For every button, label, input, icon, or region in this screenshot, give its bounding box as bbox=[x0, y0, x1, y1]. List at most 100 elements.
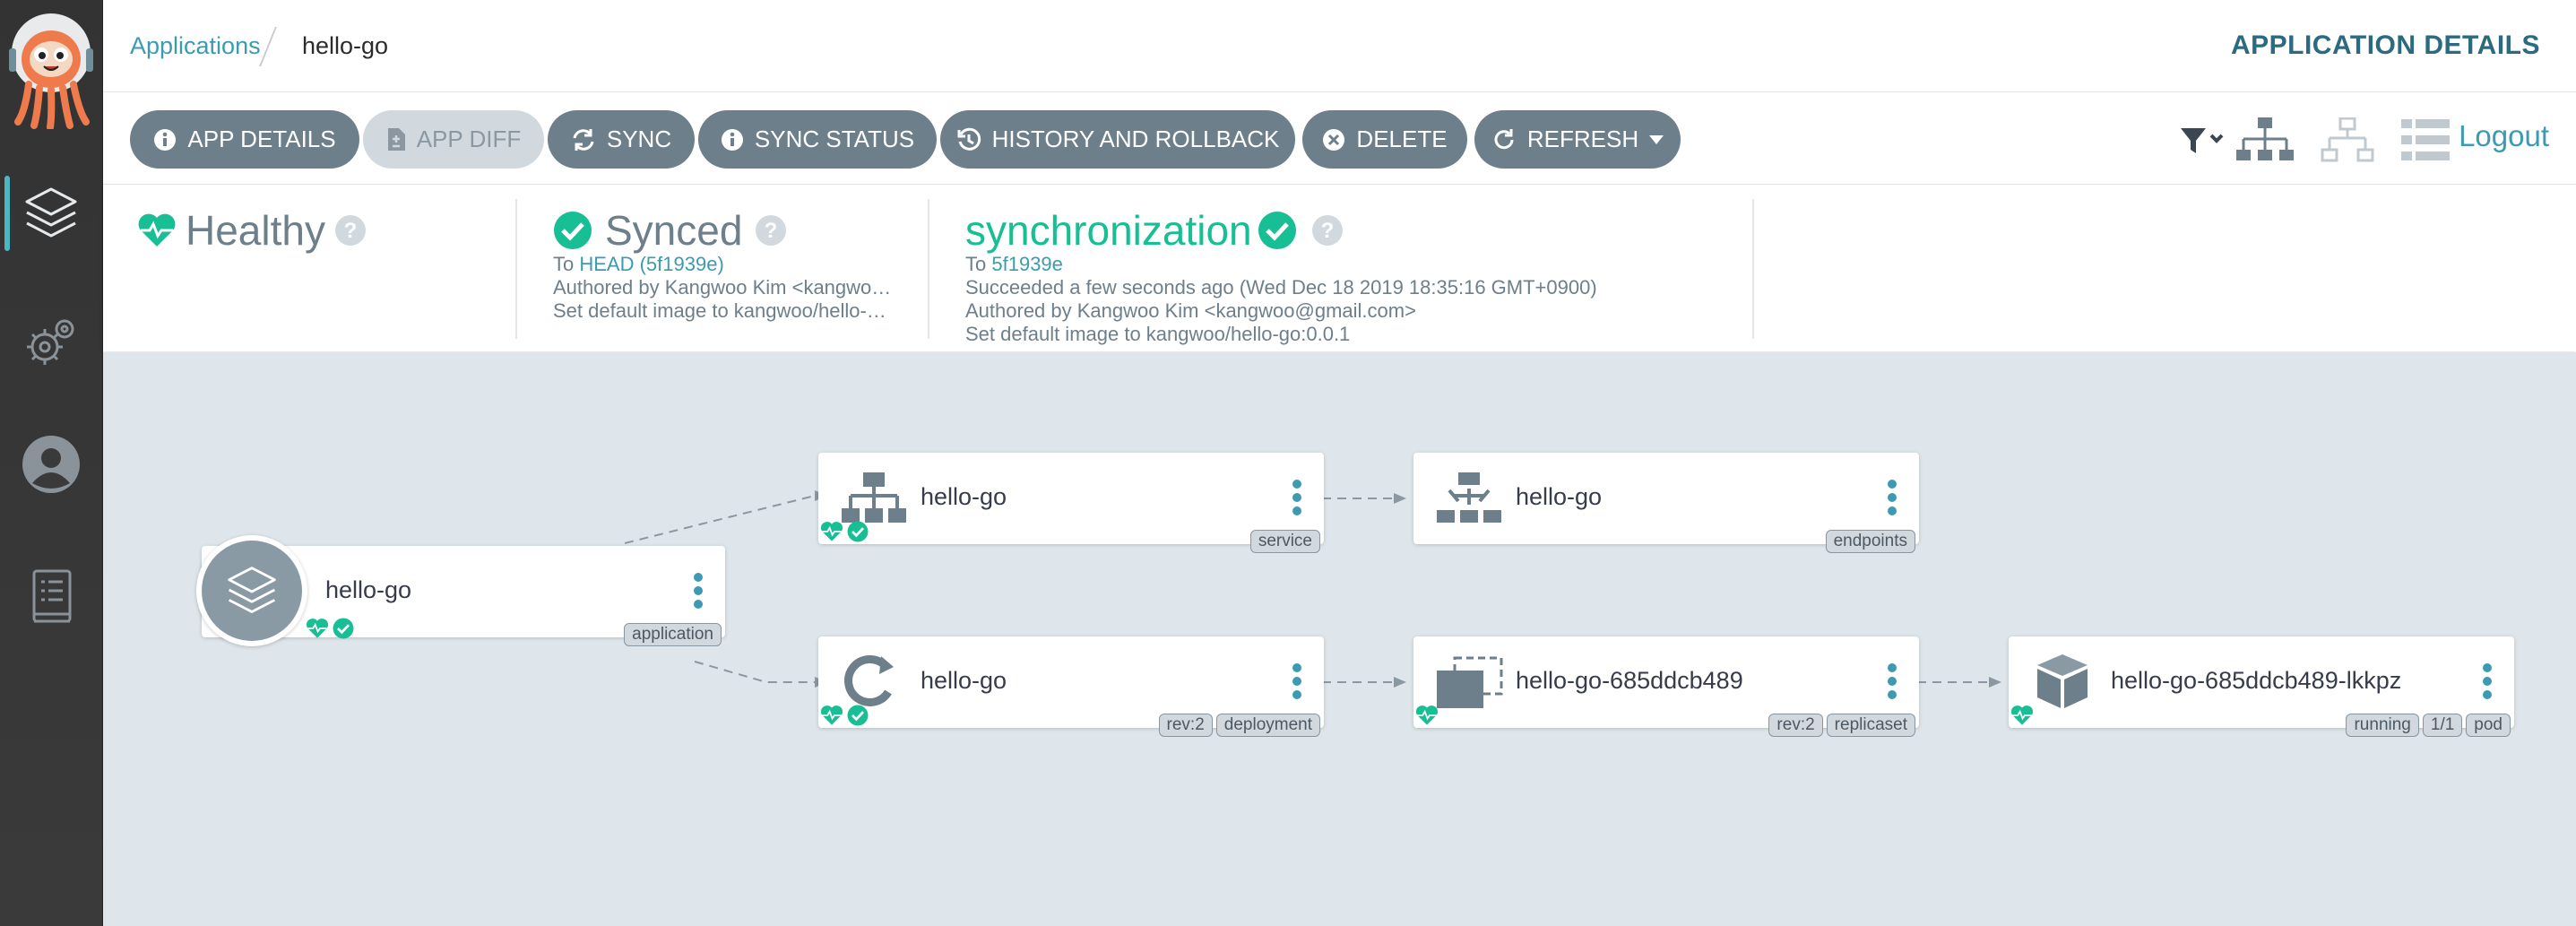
check-circle-icon bbox=[847, 521, 869, 542]
replicaset-icon bbox=[1437, 656, 1503, 708]
status-divider bbox=[515, 199, 517, 339]
node-name: hello-go bbox=[1516, 483, 1603, 510]
node-name: hello-go bbox=[921, 483, 1007, 510]
node-menu-icon[interactable] bbox=[1292, 480, 1302, 519]
help-icon[interactable]: ? bbox=[334, 214, 367, 247]
logout-link[interactable]: Logout bbox=[2459, 119, 2549, 153]
operation-status: synchronization ? bbox=[965, 206, 1344, 255]
deployment-icon bbox=[844, 655, 894, 706]
sync-status-label: SYNC STATUS bbox=[754, 125, 915, 152]
node-menu-icon[interactable] bbox=[693, 573, 704, 612]
graph-node-pod[interactable]: hello-go-685ddcb489-lkkpz running 1/1 po… bbox=[2009, 636, 2514, 737]
sync-label: SYNC bbox=[606, 125, 672, 152]
argo-logo[interactable] bbox=[7, 13, 95, 129]
graph-node-application[interactable]: hello-go application bbox=[196, 535, 725, 646]
operation-label: synchronization bbox=[965, 207, 1252, 254]
node-health bbox=[2010, 705, 2034, 726]
node-name: hello-go bbox=[921, 667, 1007, 694]
sync-status-button[interactable]: SYNC STATUS bbox=[698, 110, 937, 169]
app-details-label: APP DETAILS bbox=[187, 125, 336, 152]
nav-settings[interactable] bbox=[0, 298, 102, 387]
sync-message: Set default image to kangwoo/hello-… bbox=[553, 299, 886, 322]
sync-revision-link[interactable]: HEAD (5f1939e) bbox=[579, 253, 723, 275]
node-tags: rev:2 replicaset bbox=[1768, 714, 1915, 737]
node-tags: application bbox=[624, 623, 722, 646]
caret-down-icon bbox=[1649, 134, 1664, 144]
node-name: hello-go-685ddcb489-lkkpz bbox=[2111, 667, 2402, 694]
graph-node-deployment[interactable]: hello-go rev:2 deployment bbox=[818, 636, 1324, 737]
status-divider bbox=[928, 199, 929, 339]
node-tags: service bbox=[1249, 530, 1320, 553]
user-icon bbox=[22, 436, 80, 493]
top-bar: Applications hello-go APPLICATION DETAIL… bbox=[103, 0, 2576, 92]
info-icon bbox=[721, 128, 743, 151]
operation-author: Authored by Kangwoo Kim <kangwoo@gmail.c… bbox=[965, 299, 1416, 322]
operation-result: Succeeded a few seconds ago (Wed Dec 18 … bbox=[965, 276, 1597, 299]
node-tags: running 1/1 pod bbox=[2346, 714, 2511, 737]
heart-pulse-icon bbox=[2010, 705, 2034, 725]
history-rollback-button[interactable]: HISTORY AND ROLLBACK bbox=[940, 110, 1295, 169]
help-icon[interactable]: ? bbox=[1311, 214, 1344, 247]
breadcrumb-applications[interactable]: Applications bbox=[130, 32, 261, 60]
health-status: Healthy ? bbox=[137, 206, 367, 255]
info-icon bbox=[154, 128, 177, 151]
kind-tag: service bbox=[1249, 530, 1320, 553]
application-node-icon bbox=[196, 535, 307, 646]
help-icon[interactable]: ? bbox=[755, 214, 787, 247]
node-menu-icon[interactable] bbox=[2482, 663, 2493, 703]
nav-user-info[interactable] bbox=[0, 420, 102, 509]
ready-tag: 1/1 bbox=[2422, 714, 2463, 737]
tree-view-icon[interactable] bbox=[2236, 117, 2294, 162]
node-tags: endpoints bbox=[1825, 530, 1915, 553]
delete-label: DELETE bbox=[1356, 125, 1448, 152]
app-diff-label: APP DIFF bbox=[416, 125, 522, 152]
heart-pulse-icon bbox=[820, 522, 843, 541]
operation-message: Set default image to kangwoo/hello-go:0.… bbox=[965, 323, 1351, 345]
service-icon bbox=[842, 472, 906, 523]
graph-node-replicaset[interactable]: hello-go-685ddcb489 rev:2 replicaset bbox=[1413, 636, 1919, 737]
heart-pulse-icon bbox=[820, 705, 843, 725]
kind-tag: pod bbox=[2466, 714, 2511, 737]
graph-node-service[interactable]: hello-go service bbox=[818, 453, 1324, 553]
operation-to-prefix: To bbox=[965, 253, 987, 275]
node-health bbox=[820, 521, 869, 542]
endpoints-icon bbox=[1437, 472, 1501, 523]
sidebar bbox=[0, 0, 103, 926]
resource-tree-canvas: hello-go application hello-go service he… bbox=[103, 352, 2576, 926]
node-tags: rev:2 deployment bbox=[1158, 714, 1320, 737]
node-name: hello-go bbox=[325, 576, 412, 603]
book-icon bbox=[32, 569, 72, 623]
revision-tag: rev:2 bbox=[1158, 714, 1213, 737]
file-diff-icon bbox=[387, 128, 405, 151]
filter-icon[interactable] bbox=[2179, 125, 2227, 155]
status-panel: Healthy ? Synced ? To HEAD (5f1939e) Aut… bbox=[103, 185, 2576, 351]
delete-button[interactable]: DELETE bbox=[1302, 110, 1467, 169]
node-menu-icon[interactable] bbox=[1887, 480, 1897, 519]
nav-docs[interactable] bbox=[0, 552, 102, 642]
node-health bbox=[306, 618, 354, 639]
svg-text:?: ? bbox=[344, 219, 358, 243]
nav-applications[interactable] bbox=[0, 169, 102, 258]
app-details-button[interactable]: APP DETAILS bbox=[130, 110, 359, 169]
list-view-icon[interactable] bbox=[2401, 117, 2450, 162]
history-icon bbox=[957, 127, 981, 151]
refresh-icon bbox=[1494, 128, 1514, 149]
layers-icon bbox=[228, 567, 276, 613]
node-menu-icon[interactable] bbox=[1887, 663, 1897, 703]
svg-text:?: ? bbox=[1320, 219, 1334, 243]
check-circle-icon bbox=[333, 618, 354, 639]
status-divider bbox=[1752, 199, 1754, 339]
network-view-icon[interactable] bbox=[2319, 117, 2376, 162]
history-rollback-label: HISTORY AND ROLLBACK bbox=[991, 125, 1280, 152]
node-menu-icon[interactable] bbox=[1292, 663, 1302, 703]
sync-button[interactable]: SYNC bbox=[548, 110, 695, 169]
graph-node-endpoints[interactable]: hello-go endpoints bbox=[1413, 453, 1919, 553]
refresh-button[interactable]: REFRESH bbox=[1474, 110, 1681, 169]
operation-revision-link[interactable]: 5f1939e bbox=[991, 253, 1063, 275]
kind-tag: application bbox=[624, 623, 722, 646]
node-name: hello-go-685ddcb489 bbox=[1516, 667, 1743, 694]
node-health bbox=[820, 705, 869, 726]
revision-tag: rev:2 bbox=[1768, 714, 1823, 737]
app-diff-button[interactable]: APP DIFF bbox=[363, 110, 544, 169]
action-toolbar: APP DETAILS APP DIFF SYNC SYNC STATUS HI… bbox=[103, 92, 2576, 185]
